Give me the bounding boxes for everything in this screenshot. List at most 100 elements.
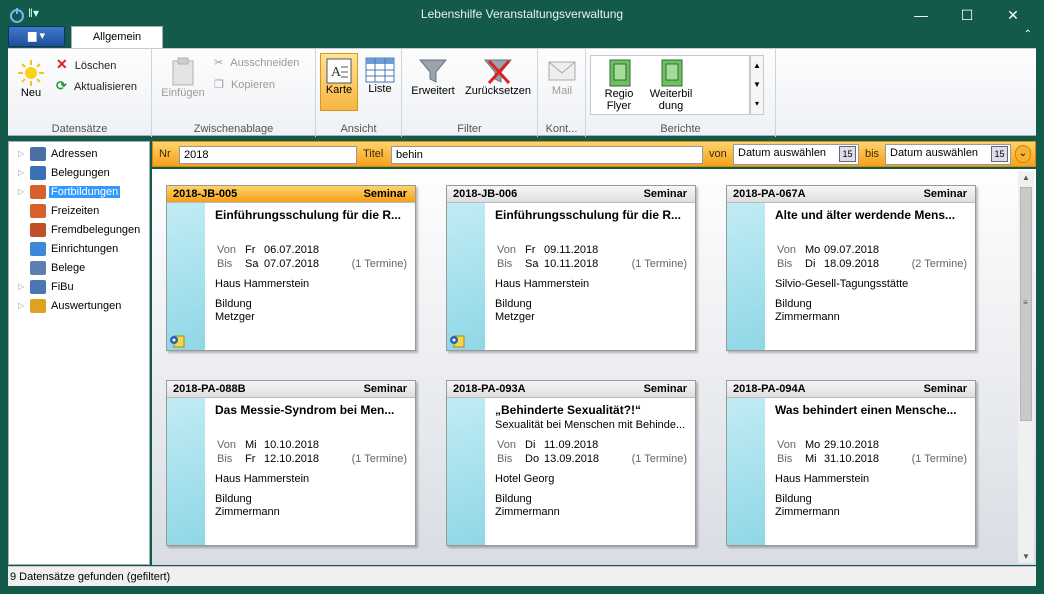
erweitert-button[interactable]: Erweitert [406,57,460,97]
card-location: Hotel Georg [495,473,555,485]
event-card[interactable]: 2018-PA-094A Seminar Was behindert einen M… [726,380,976,546]
gallery-down-icon[interactable]: ▼ [751,75,763,94]
filterbar-expand-icon[interactable]: ⌄ [1015,145,1031,163]
expand-arrow-icon[interactable]: ▷ [18,187,24,196]
card-title: Das Messie-Syndrom bei Men... [215,403,395,417]
regio-label-1: Regio [604,88,634,100]
filter-bar: Nr 2018 Titel behin von Datum auswählen … [152,141,1036,167]
calendar-icon[interactable]: 15 [991,146,1008,162]
von-label: von [709,148,727,160]
tree-item-label: Auswertungen [51,300,122,312]
tree-item-einrichtungen[interactable]: Einrichtungen [9,240,149,259]
von-date: 10.10.2018 [264,439,320,451]
card-id: 2018-PA-093A [453,383,526,395]
kopieren-label: Kopieren [230,79,275,91]
termine-count: (1 Termine) [631,453,687,465]
event-card[interactable]: 2018-JB-006 Seminar Einführungsschulung fü… [446,185,696,351]
bar-chart-icon [30,299,46,313]
group-label: Datensätze [51,123,108,135]
calendar-icon[interactable]: 15 [839,146,856,162]
loeschen-label: Löschen [74,60,117,72]
card-type: Seminar [643,188,687,200]
people-group-icon [30,204,46,218]
bis-label: Bis [497,453,513,465]
ribbon-collapse-icon[interactable]: ⌃ [1024,29,1032,40]
neu-label: Neu [20,87,42,99]
scroll-up-icon[interactable]: ▲ [1022,173,1030,182]
von-day: Mo [805,439,821,451]
phone-note-icon [170,335,185,348]
von-date-picker[interactable]: Datum auswählen 15 [733,144,859,165]
expand-arrow-icon[interactable]: ▷ [18,168,24,177]
neu-button[interactable]: Neu [14,59,48,99]
bis-date-value: Datum auswählen [890,147,979,159]
bis-date: 18.09.2018 [824,258,880,270]
card-type: Seminar [923,383,967,395]
tree-item-adressen[interactable]: ▷ Adressen [9,145,149,164]
tree-item-freizeiten[interactable]: Freizeiten [9,202,149,221]
event-card[interactable]: 2018-PA-067A Seminar Alte und älter werden… [726,185,976,351]
gallery-scroll[interactable]: ▲ ▼ ▾ [750,55,764,115]
group-datensaetze: Neu ✕ Löschen ⟳ Aktualisieren Datensätze [8,49,152,137]
calendar-grid-icon [30,166,46,180]
tree-item-belegungen[interactable]: ▷ Belegungen [9,164,149,183]
von-day: Mo [805,244,821,256]
svg-text:A: A [331,65,342,80]
tab-allgemein[interactable]: Allgemein [71,26,163,49]
card-stripe [727,398,765,545]
aktualisieren-button[interactable]: ⟳ Aktualisieren [56,78,137,94]
tree-item-auswertungen[interactable]: ▷ Auswertungen [9,297,149,316]
group-label: Zwischenablage [193,123,274,135]
report-regio-flyer[interactable]: Regio Flyer [597,58,641,112]
vertical-scrollbar[interactable]: ▲ ≡ ▼ [1018,171,1034,563]
nr-label: Nr [159,148,171,160]
expand-arrow-icon[interactable]: ▷ [18,301,24,310]
card-stripe [447,203,485,350]
tree-item-belege[interactable]: Belege [9,259,149,278]
group-ansicht: A Karte Liste Ansicht [316,49,402,137]
card-id: 2018-JB-006 [453,188,518,200]
card-subtitle: Sexualität bei Menschen mit Behinde... [495,419,686,431]
expand-arrow-icon[interactable]: ▷ [18,282,24,291]
ausschneiden-button[interactable]: ✂ Ausschneiden [214,56,299,69]
event-card[interactable]: 2018-PA-093A Seminar „Behinderte Sexualitä… [446,380,696,546]
bis-date-picker[interactable]: Datum auswählen 15 [885,144,1011,165]
gallery-up-icon[interactable]: ▲ [751,56,763,75]
karte-button[interactable]: A Karte [320,53,358,111]
tree-item-fibu[interactable]: ▷ FiBu [9,278,149,297]
event-card[interactable]: 2018-JB-005 Seminar Einführungsschulung fü… [166,185,416,351]
nr-input[interactable]: 2018 [179,146,357,164]
scroll-thumb[interactable]: ≡ [1020,187,1032,421]
termine-count: (1 Termine) [351,258,407,270]
gallery-more-icon[interactable]: ▾ [751,94,763,113]
card-category: Bildung [775,493,812,505]
group-berichte: Regio Flyer Weiterbil dung ▲ ▼ ▾ Bericht… [586,49,776,137]
application-menu-button[interactable]: ▆ ▾ [8,26,65,47]
card-category: Bildung [215,298,252,310]
kopieren-button[interactable]: ❐ Kopieren [214,78,275,91]
card-category: Bildung [495,298,532,310]
tree-item-fremdbelegungen[interactable]: Fremdbelegungen [9,221,149,240]
card-title: Was behindert einen Mensche... [775,403,957,417]
von-date-value: Datum auswählen [738,147,827,159]
scroll-down-icon[interactable]: ▼ [1022,552,1030,561]
card-header: 2018-PA-093A Seminar [447,381,695,398]
bis-date: 12.10.2018 [264,453,320,465]
zuruecksetzen-button[interactable]: Zurücksetzen [462,57,534,97]
expand-arrow-icon[interactable]: ▷ [18,149,24,158]
card-header: 2018-PA-088B Seminar [167,381,415,398]
liste-button[interactable]: Liste [362,57,398,95]
bis-date: 07.07.2018 [264,258,320,270]
report-book-icon [609,59,631,87]
bis-day: Sa [245,258,259,270]
event-card[interactable]: 2018-PA-088B Seminar Das Messie-Syndrom be… [166,380,416,546]
card-person: Metzger [215,311,255,323]
titel-input[interactable]: behin [391,146,703,164]
report-weiterbildung[interactable]: Weiterbil dung [647,58,695,112]
tree-item-label: FiBu [51,281,74,293]
einfuegen-button[interactable]: Einfügen [158,57,208,99]
loeschen-button[interactable]: ✕ Löschen [56,56,116,73]
tree-item-fortbildungen[interactable]: ▷ Fortbildungen [9,183,149,202]
bis-day: Do [525,453,540,465]
mail-button[interactable]: Mail [542,57,582,97]
